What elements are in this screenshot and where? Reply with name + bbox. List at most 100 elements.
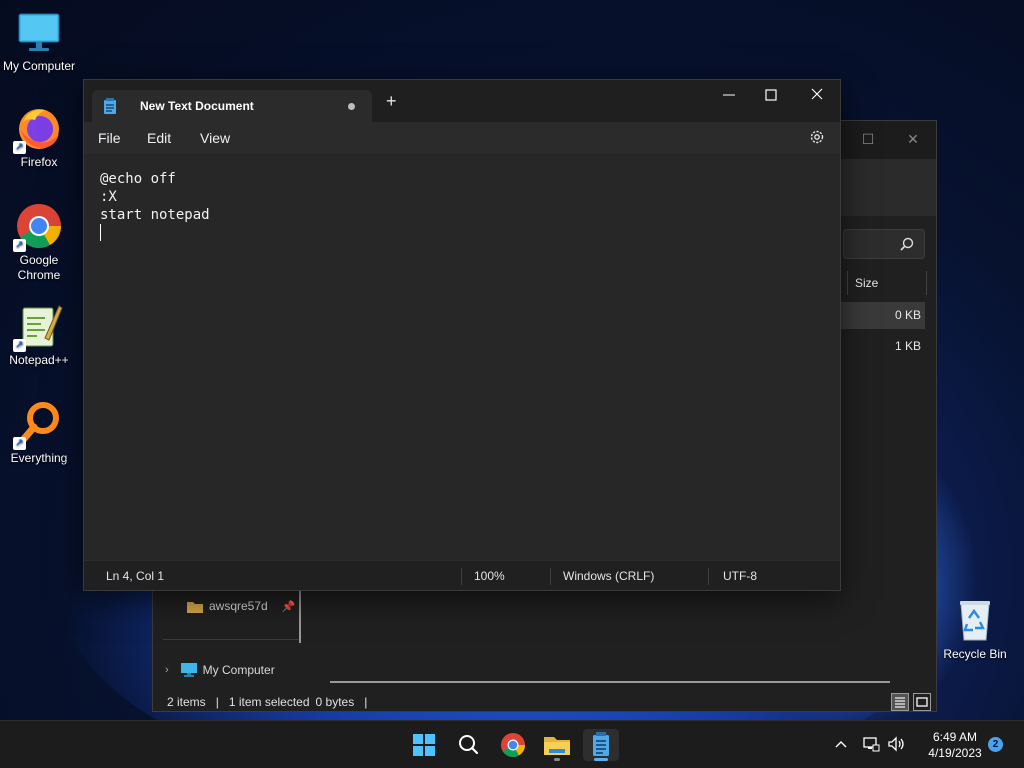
tiles-view-button[interactable]	[913, 693, 931, 711]
tab-new-text-document[interactable]: New Text Document	[92, 90, 372, 122]
clock-date: 4/19/2023	[928, 746, 982, 760]
details-view-button[interactable]	[891, 693, 909, 711]
text-caret	[100, 224, 101, 241]
shortcut-arrow-icon: ↗	[13, 339, 26, 352]
chrome-icon: ↗	[13, 202, 63, 252]
status-item-count: 2 items	[167, 695, 206, 709]
gear-icon[interactable]	[808, 128, 826, 146]
shortcut-arrow-icon: ↗	[13, 141, 26, 154]
maximize-button[interactable]	[748, 84, 794, 114]
details-view-icon	[895, 697, 905, 708]
status-selection: 1 item selected	[228, 695, 310, 709]
minimize-icon	[723, 94, 735, 96]
desktop-icon-my-computer[interactable]: My Computer	[0, 8, 78, 73]
pin-icon: 📌	[281, 600, 296, 613]
taskbar-clock[interactable]: 6:49 AM 4/19/2023	[914, 729, 996, 761]
notepad-statusbar: Ln 4, Col 1 100% Windows (CRLF) UTF-8	[84, 560, 840, 590]
status-encoding[interactable]: UTF-8	[723, 569, 757, 583]
start-icon	[413, 734, 435, 756]
active-indicator	[594, 758, 608, 761]
taskbar-chrome[interactable]	[495, 729, 531, 761]
notepad-menubar	[84, 122, 840, 154]
monitor-icon	[15, 8, 63, 56]
status-separator	[708, 568, 709, 585]
nav-item-pinned-folder[interactable]: awsqre57d 📌	[187, 599, 295, 613]
status-zoom[interactable]: 100%	[474, 569, 505, 583]
nav-scrollbar[interactable]	[299, 591, 301, 643]
editor-line-current	[100, 224, 824, 242]
editor-line: @echo off	[100, 171, 176, 187]
search-button[interactable]	[450, 729, 486, 761]
menu-view[interactable]: View	[200, 130, 230, 146]
network-icon[interactable]	[862, 735, 880, 753]
taskbar-notepad[interactable]	[583, 729, 619, 761]
desktop-icon-label: Google Chrome	[17, 253, 61, 282]
desktop-icon-firefox[interactable]: ↗ Firefox	[0, 104, 78, 169]
everything-search-icon: ↗	[13, 400, 63, 450]
menu-file[interactable]: File	[98, 130, 121, 146]
editor-line: :X	[100, 189, 117, 205]
desktop-icon-label: Recycle Bin	[943, 647, 1007, 661]
desktop-icon-everything[interactable]: ↗ Everything	[0, 400, 78, 465]
close-button[interactable]: ✕	[898, 127, 928, 151]
nav-divider	[163, 639, 299, 640]
status-line-ending[interactable]: Windows (CRLF)	[563, 569, 654, 583]
notification-badge[interactable]: 2	[988, 737, 1003, 752]
status-bytes: 0 bytes	[315, 695, 355, 709]
system-tray	[828, 721, 914, 768]
minimize-button[interactable]	[706, 84, 752, 114]
recycle-bin-icon	[951, 596, 999, 644]
chrome-icon	[501, 733, 525, 758]
search-icon	[459, 735, 479, 755]
tab-title: New Text Document	[140, 99, 254, 113]
file-row-size[interactable]: 1 KB	[829, 333, 925, 360]
menu-edit[interactable]: Edit	[147, 130, 171, 146]
desktop-icon-notepadpp[interactable]: ↗ Notepad++	[0, 302, 78, 367]
nav-item-my-computer[interactable]: › My Computer	[165, 663, 275, 677]
taskbar-file-explorer[interactable]	[539, 729, 575, 761]
taskbar: 6:49 AM 4/19/2023 2	[0, 720, 1024, 768]
desktop-icon-label: My Computer	[2, 59, 76, 73]
maximize-icon	[765, 89, 777, 101]
file-row-size[interactable]: 0 KB	[829, 302, 925, 329]
shortcut-arrow-icon: ↗	[13, 239, 26, 252]
start-button[interactable]	[406, 729, 442, 761]
firefox-icon: ↗	[13, 104, 63, 154]
status-separator: |	[215, 695, 219, 709]
horizontal-scrollbar[interactable]	[330, 681, 890, 683]
search-icon	[900, 237, 914, 251]
unsaved-indicator-icon[interactable]	[348, 103, 355, 110]
desktop-icon-label: Firefox	[20, 155, 58, 169]
notepad-icon	[593, 732, 609, 756]
desktop-icon-recycle-bin[interactable]: Recycle Bin	[936, 596, 1014, 661]
text-editor-area[interactable]: @echo off :X start notepad	[84, 154, 840, 562]
folder-icon	[187, 601, 203, 613]
chevron-up-icon[interactable]	[834, 738, 848, 752]
nav-item-label: My Computer	[202, 663, 275, 677]
status-cursor-position: Ln 4, Col 1	[106, 569, 165, 583]
explorer-statusbar: 2 items | 1 item selected 0 bytes |	[167, 695, 367, 709]
maximize-button[interactable]: ☐	[853, 127, 883, 151]
running-indicator	[554, 758, 560, 761]
chevron-right-icon[interactable]: ›	[165, 664, 169, 676]
search-box[interactable]	[843, 229, 925, 259]
status-separator	[461, 568, 462, 585]
column-header-size[interactable]: Size	[847, 271, 927, 295]
clock-time: 6:49 AM	[932, 730, 978, 744]
desktop-icon-label: Notepad++	[9, 353, 69, 367]
new-tab-button[interactable]: +	[386, 92, 397, 110]
monitor-icon	[180, 663, 197, 677]
notepad-icon	[104, 98, 116, 114]
notepadpp-icon: ↗	[13, 302, 63, 352]
editor-line: start notepad	[100, 207, 210, 223]
close-icon	[811, 88, 823, 100]
desktop-icon-label: Everything	[10, 451, 68, 465]
nav-item-label: awsqre57d	[209, 599, 268, 613]
close-button[interactable]	[794, 84, 840, 114]
volume-icon[interactable]	[887, 735, 907, 753]
tiles-view-icon	[916, 697, 928, 707]
file-explorer-icon	[544, 737, 570, 755]
desktop-icon-google-chrome[interactable]: ↗ Google Chrome	[0, 202, 78, 283]
status-separator: |	[364, 695, 368, 709]
notepad-window[interactable]: New Text Document + File Edit View @echo…	[83, 79, 841, 591]
